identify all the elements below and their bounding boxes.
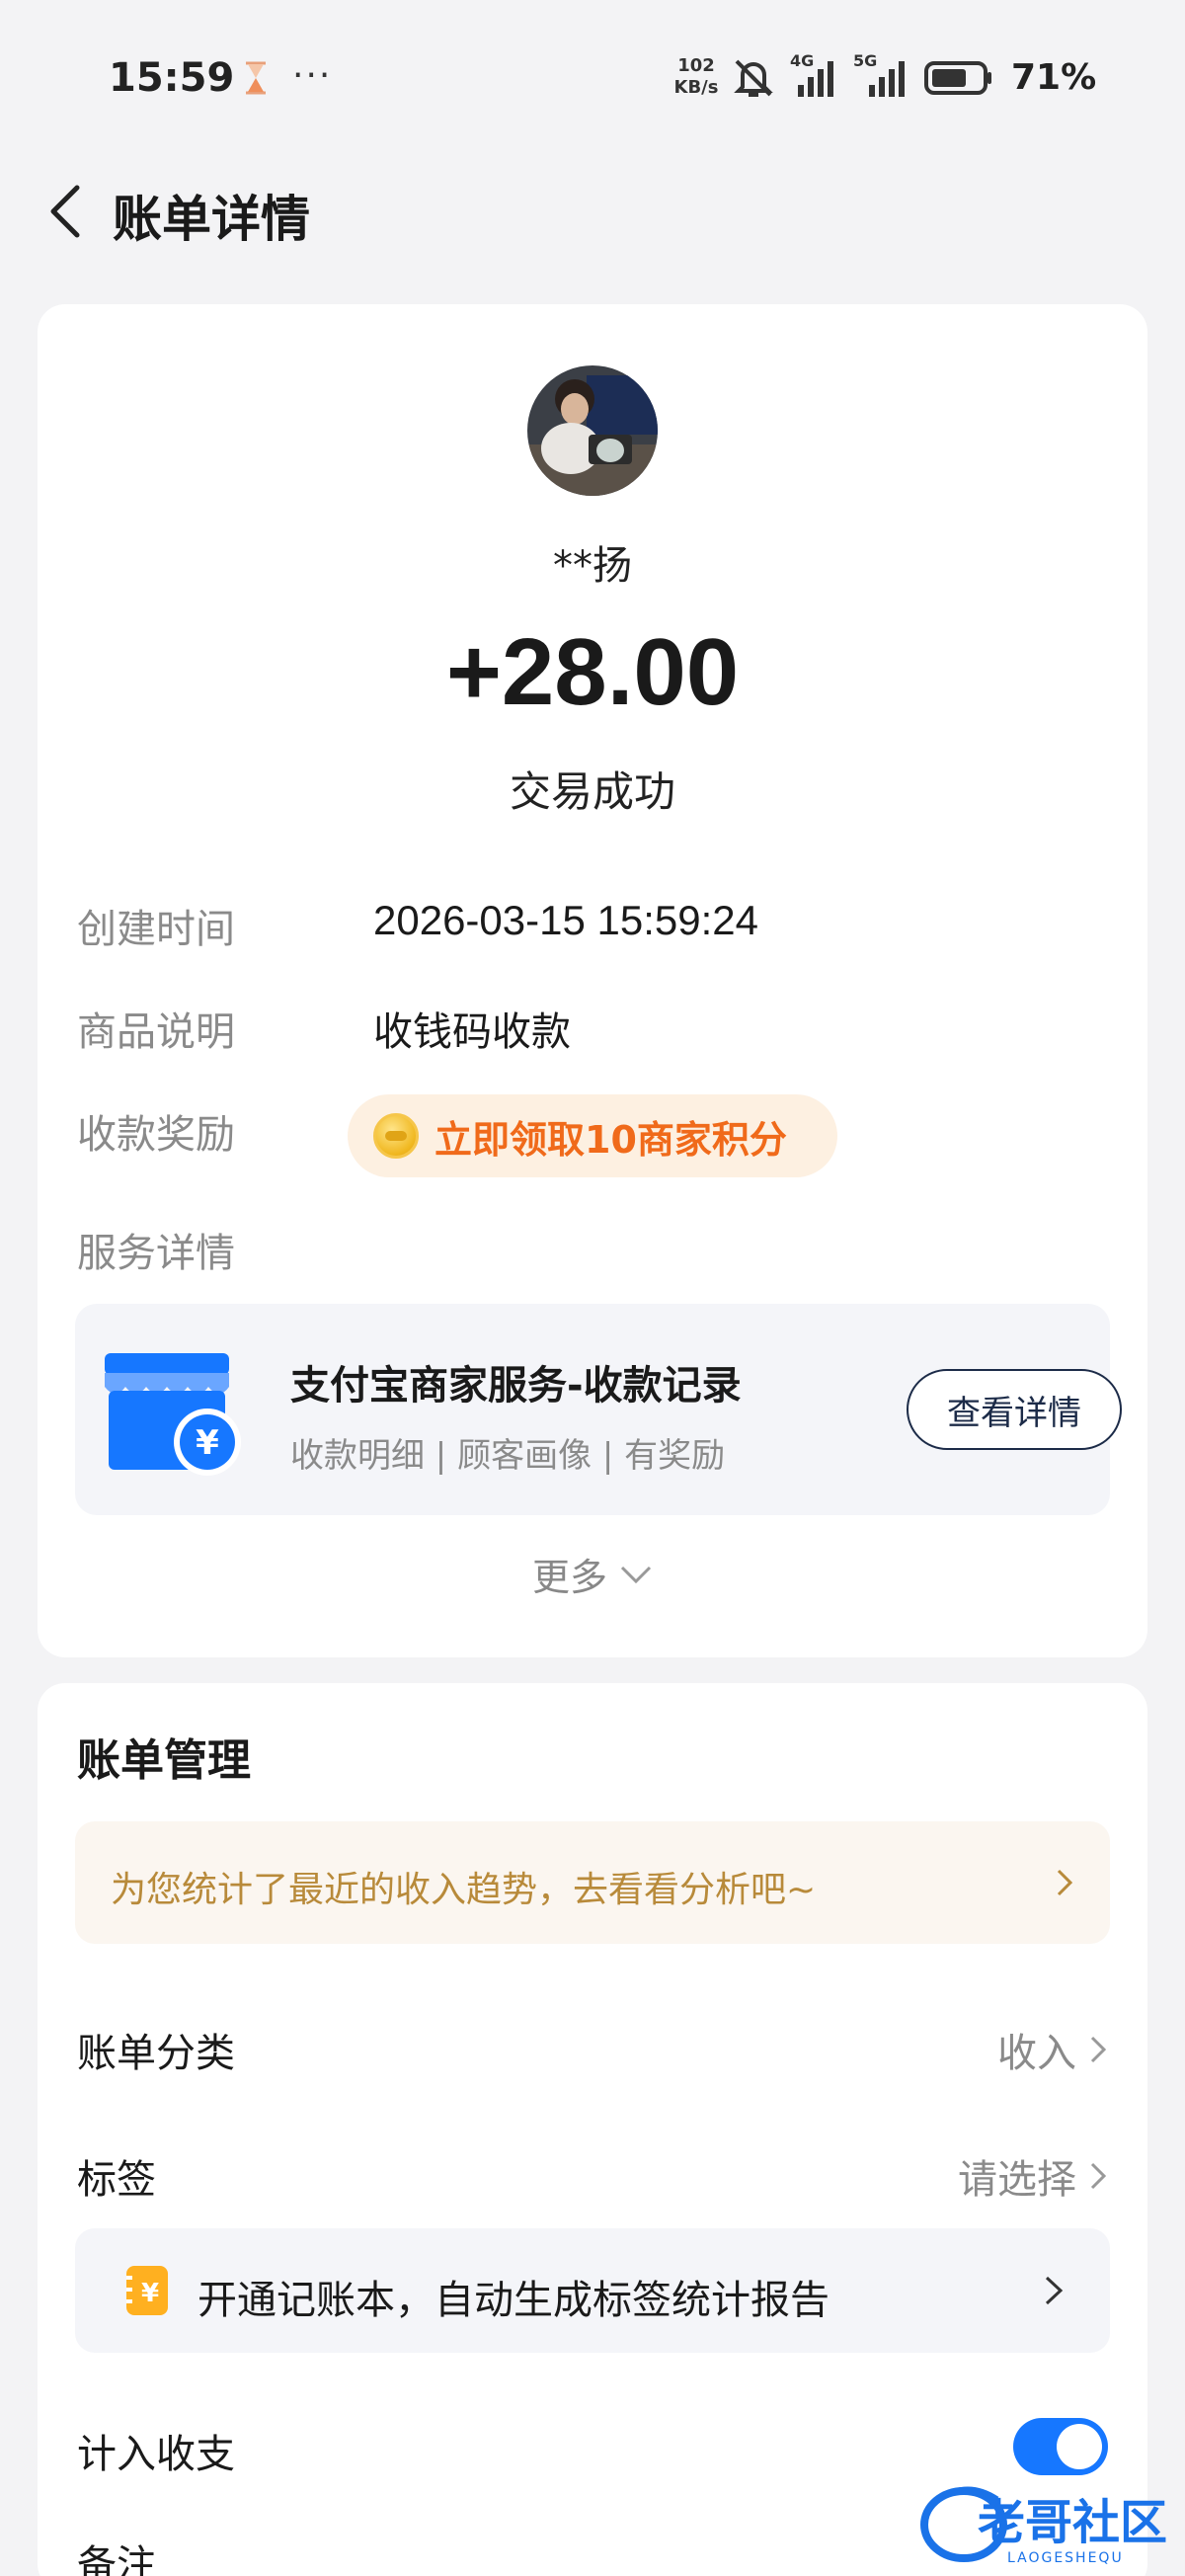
watermark-text: 老哥社区: [978, 2495, 1167, 2550]
toggle-knob: [1057, 2424, 1102, 2469]
bill-category-label: 账单分类: [77, 2031, 235, 2076]
network-speed: 102 KB/s: [672, 55, 721, 99]
income-trend-banner[interactable]: 为您统计了最近的收入趋势，去看看分析吧~: [75, 1821, 1110, 1944]
avatar-photo: [527, 365, 658, 496]
more-label: 更多: [531, 1556, 607, 1599]
merchant-service-card[interactable]: ¥ 支付宝商家服务-收款记录 收款明细 | 顾客画像 | 有奖励 查看详情: [75, 1304, 1122, 1515]
reward-claim-button[interactable]: 立即领取10商家积分: [348, 1094, 837, 1177]
svg-text:¥: ¥: [141, 2279, 159, 2308]
svg-text:¥: ¥: [196, 1423, 219, 1463]
ledger-promo-text: 开通记账本，自动生成标签统计报告: [198, 2278, 830, 2323]
created-time-value: 2026-03-15 15:59:24: [373, 897, 758, 943]
battery-icon: [924, 61, 991, 95]
status-more-icon: ···: [292, 55, 333, 96]
merchant-store-icon: ¥: [105, 1353, 241, 1476]
transaction-card: **扬 +28.00 交易成功 创建时间 2026-03-15 15:59:24…: [38, 304, 1147, 1657]
hourglass-icon: [246, 61, 266, 95]
network-speed-value: 102: [677, 55, 715, 76]
header: 账单详情: [0, 168, 1185, 257]
tag-value: 请选择: [958, 2157, 1076, 2203]
note-label: 备注: [77, 2542, 156, 2576]
back-button[interactable]: [36, 182, 95, 241]
battery-percent: 71%: [1011, 57, 1097, 98]
tag-selector[interactable]: 请选择: [958, 2147, 1108, 2205]
count-in-budget-toggle[interactable]: [1013, 2418, 1108, 2475]
section-title: 账单管理: [77, 1735, 251, 1786]
ledger-promo-banner[interactable]: ¥ 开通记账本，自动生成标签统计报告: [75, 2228, 1110, 2353]
payer-name: **扬: [553, 543, 632, 589]
chevron-down-icon: [620, 1566, 652, 1583]
reward-claim-text: 立即领取10商家积分: [434, 1117, 787, 1162]
avatar[interactable]: [527, 365, 658, 496]
network-speed-unit: KB/s: [673, 77, 719, 98]
tag-label: 标签: [77, 2157, 156, 2203]
created-time-label: 创建时间: [77, 907, 235, 952]
mute-bell-icon: [734, 59, 773, 97]
description-value: 收钱码收款: [373, 1009, 571, 1055]
income-trend-text: 为您统计了最近的收入趋势，去看看分析吧~: [111, 1870, 817, 1910]
service-details-label: 服务详情: [77, 1231, 235, 1276]
status-time: 15:59: [109, 55, 235, 101]
reward-label: 收款奖励: [77, 1112, 235, 1158]
chevron-right-icon: [1090, 2162, 1107, 2190]
bill-category-selector[interactable]: 收入: [997, 2021, 1108, 2078]
count-in-budget-label: 计入收支: [77, 2432, 235, 2477]
status-icons: 4G 5G: [731, 51, 993, 103]
status-bar: 15:59 ··· 102 KB/s 4G 5G 71%: [0, 0, 1185, 158]
view-details-button[interactable]: 查看详情: [907, 1369, 1122, 1450]
merchant-service-subtitle: 收款明细 | 顾客画像 | 有奖励: [290, 1436, 726, 1476]
chevron-right-icon: [1090, 2036, 1107, 2063]
bill-management-card: 账单管理 为您统计了最近的收入趋势，去看看分析吧~ 账单分类 收入 标签 请选择…: [38, 1683, 1147, 2576]
ledger-book-icon: ¥: [126, 2266, 168, 2315]
chevron-right-icon: [1045, 2276, 1064, 2305]
chevron-right-icon: [1057, 1869, 1073, 1896]
signal-sim2-icon: 5G: [853, 51, 910, 99]
more-toggle[interactable]: 更多: [38, 1547, 1147, 1601]
merchant-service-title: 支付宝商家服务-收款记录: [290, 1363, 742, 1409]
coin-icon: [373, 1113, 419, 1159]
signal-sim1-icon: 4G: [790, 51, 839, 99]
back-arrow-icon: [50, 185, 80, 238]
bill-category-value: 收入: [997, 2031, 1076, 2076]
description-label: 商品说明: [77, 1009, 235, 1055]
watermark-subtext: LAOGESHEQU: [1007, 2550, 1124, 2566]
transaction-amount: +28.00: [445, 619, 740, 725]
watermark-logo: 老哥社区 LAOGESHEQU: [918, 2469, 1175, 2568]
page-title: 账单详情: [113, 191, 310, 248]
transaction-status: 交易成功: [509, 767, 675, 816]
